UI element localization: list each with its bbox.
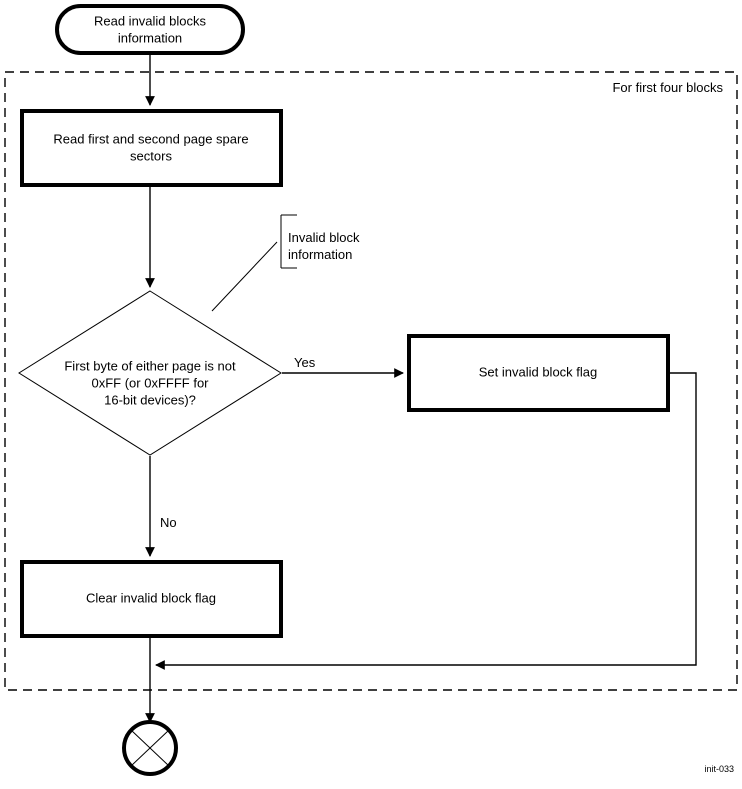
annotation-invalid-block-information: Invalid block information <box>211 214 360 312</box>
figure-caption: init-033 <box>704 764 734 774</box>
node-start-label-line2: information <box>118 30 182 45</box>
node-read-spare-sectors[interactable]: Read first and second page spare sectors <box>20 109 283 187</box>
node-decision-label-line2: 0xFF (or 0xFFFF for <box>92 375 210 390</box>
group-region-label: For first four blocks <box>612 80 723 95</box>
node-read-spare-label-line2: sectors <box>130 148 172 163</box>
node-clear-invalid-block-flag[interactable]: Clear invalid block flag <box>20 560 283 638</box>
node-decision-label-line3: 16-bit devices)? <box>104 392 196 407</box>
node-set-flag-label: Set invalid block flag <box>479 364 598 379</box>
node-start-label-line1: Read invalid blocks <box>94 13 207 28</box>
edge-label-no: No <box>160 515 177 530</box>
edge-label-yes: Yes <box>294 355 316 370</box>
node-end-terminator[interactable] <box>122 720 178 776</box>
node-set-invalid-block-flag[interactable]: Set invalid block flag <box>407 334 670 412</box>
annotation-leader-line <box>211 241 278 312</box>
node-start-terminator[interactable]: Read invalid blocks information <box>55 4 245 55</box>
node-clear-flag-label: Clear invalid block flag <box>86 590 216 605</box>
node-read-spare-label-line1: Read first and second page spare <box>53 131 248 146</box>
flowchart-svg: For first four blocks Read invalid block… <box>4 4 738 776</box>
flowchart-canvas: For first four blocks Read invalid block… <box>0 0 742 789</box>
annotation-label-line1: Invalid block <box>288 230 360 245</box>
node-decision-label-line1: First byte of either page is not <box>64 358 236 373</box>
node-decision-first-byte[interactable]: First byte of either page is not 0xFF (o… <box>18 290 282 456</box>
annotation-label-line2: information <box>288 247 352 262</box>
